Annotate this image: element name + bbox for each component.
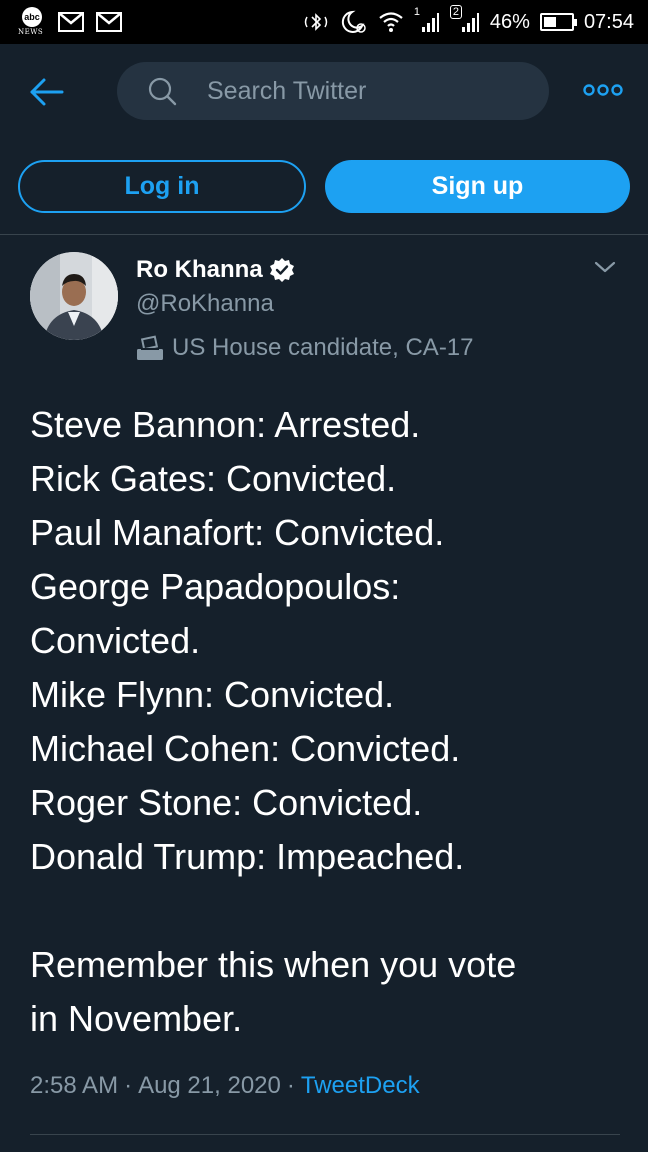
gmail-icon [96, 12, 122, 32]
search-bar[interactable] [117, 62, 549, 120]
candidate-label: US House candidate, CA-17 [136, 334, 474, 362]
status-bar: abc NEWS 1 2 46% 07:54 [0, 0, 648, 44]
chevron-down-icon[interactable] [592, 258, 618, 276]
tweet: Ro Khanna @RoKhanna US House candidate, … [0, 236, 648, 1152]
tweet-source-link[interactable]: TweetDeck [301, 1072, 420, 1100]
battery-fill [543, 17, 556, 27]
auth-bar: Log in Sign up [0, 140, 648, 235]
ballot-box-icon [137, 335, 163, 360]
search-input[interactable] [207, 62, 527, 120]
more-horizontal-icon[interactable] [582, 80, 624, 100]
tweet-time[interactable]: 2:58 AM [30, 1072, 118, 1100]
avatar[interactable] [30, 252, 118, 340]
candidate-label-text: US House candidate, CA-17 [172, 334, 474, 361]
abc-news-icon: abc NEWS [18, 7, 46, 37]
signal-sim2: 2 [449, 5, 480, 34]
login-button[interactable]: Log in [18, 160, 306, 213]
search-icon [148, 77, 177, 106]
abc-news-text: NEWS [18, 28, 44, 36]
gmail-icon [58, 12, 84, 32]
meta-separator: · [124, 1072, 133, 1099]
top-nav [0, 44, 648, 140]
tweet-date[interactable]: Aug 21, 2020 [138, 1072, 281, 1100]
arrow-left-icon[interactable] [24, 70, 68, 114]
signal-sim1: 1 [414, 6, 440, 34]
verified-badge-icon [269, 258, 294, 282]
wifi-icon [379, 12, 403, 32]
clock: 07:54 [583, 10, 634, 33]
author-name[interactable]: Ro Khanna [136, 256, 263, 284]
signal-icon [421, 13, 439, 32]
status-bar-system: 1 2 46% 07:54 [302, 5, 634, 38]
tweet-meta: 2:58 AM · Aug 21, 2020 · TweetDeck [30, 1072, 420, 1100]
abc-logo-text: abc [22, 7, 42, 27]
meta-separator: · [286, 1072, 295, 1099]
signup-button[interactable]: Sign up [325, 160, 630, 213]
divider [30, 1134, 620, 1135]
battery-percent: 46% [489, 10, 530, 33]
avatar-image [30, 252, 118, 340]
author-name-row: Ro Khanna [136, 256, 295, 284]
author-handle[interactable]: @RoKhanna [136, 290, 274, 318]
alarm-moon-icon [341, 10, 366, 33]
battery-icon [539, 13, 577, 31]
signal-icon [461, 13, 479, 32]
tweet-text: Steve Bannon: Arrested. Rick Gates: Conv… [30, 404, 517, 1039]
status-bar-notifications: abc NEWS [18, 6, 122, 38]
bluetooth-vibrate-icon [304, 13, 328, 31]
